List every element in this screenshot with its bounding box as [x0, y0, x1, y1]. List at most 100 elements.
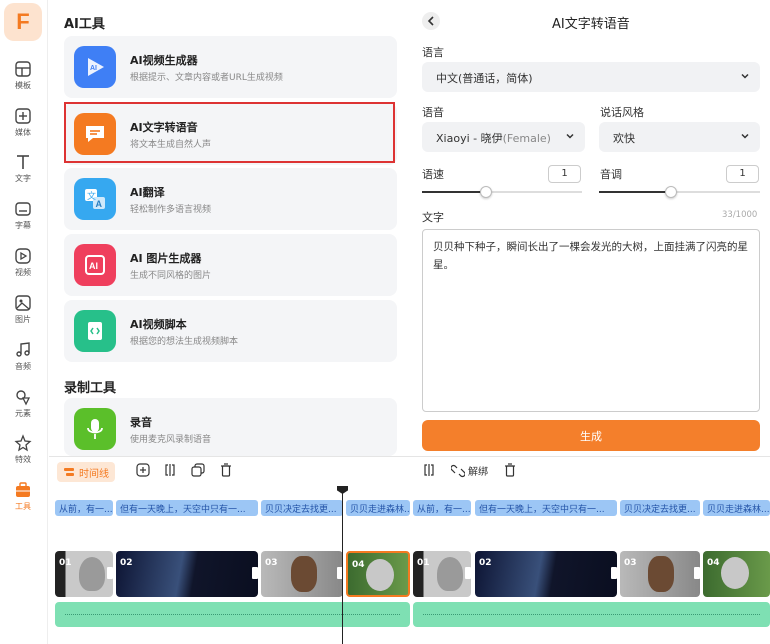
speaking-style-select[interactable]: 欢快 — [599, 122, 760, 152]
audio-track[interactable] — [55, 602, 410, 627]
audio-icon — [16, 342, 30, 357]
trash-icon — [505, 463, 515, 477]
rail-item-subtitle[interactable]: 字幕 — [0, 200, 46, 244]
duplicate-icon — [191, 463, 205, 477]
rail-item-effects[interactable]: 特效 — [0, 434, 46, 478]
card-ai-translate[interactable]: 文A AI翻译 轻松制作多语言视频 — [64, 168, 397, 230]
subtitle-clip[interactable]: 从前，有一... — [413, 500, 471, 516]
rail-item-template[interactable]: 模板 — [0, 60, 46, 104]
video-clip-selected[interactable]: 04 — [346, 551, 410, 597]
split-button[interactable] — [163, 463, 177, 477]
voice-label: 语音 — [422, 106, 444, 119]
subtitle-clip[interactable]: 但有一天晚上，天空中只有一... — [475, 500, 617, 516]
pitch-value-input[interactable]: 1 — [726, 165, 759, 183]
card-title: 录音 — [130, 416, 152, 429]
split-button-right[interactable] — [422, 463, 436, 477]
video-clip[interactable]: 01 — [55, 551, 113, 597]
unlink-icon — [451, 464, 465, 477]
effects-icon — [14, 434, 32, 452]
rail-item-image[interactable]: 图片 — [0, 294, 46, 338]
subtitle-clip[interactable]: 贝贝决定去找更... — [261, 500, 343, 516]
rail-item-text[interactable]: 文字 — [0, 153, 46, 197]
voice-select[interactable]: Xiaoyi - 晓伊(Female) — [422, 122, 585, 152]
left-rail: F 模板 媒体 文字 字幕 视频 图片 音频 元素 特效 工具 — [0, 0, 48, 644]
subtitle-clip[interactable]: 但有一天晚上，天空中只有一... — [116, 500, 258, 516]
card-desc: 使用麦克风录制语音 — [130, 435, 212, 445]
tools-icon — [16, 482, 30, 497]
child-thumbnail — [291, 556, 317, 592]
timeline-mode-button[interactable]: 时间线 — [57, 462, 115, 482]
unlink-button[interactable]: 解绑 — [451, 463, 488, 478]
card-ai-video-script[interactable]: AI视频脚本 根据您的想法生成视频脚本 — [64, 300, 397, 362]
video-clip[interactable]: 04 — [703, 551, 770, 597]
subtitle-clip[interactable]: 贝贝走进森林... — [346, 500, 410, 516]
subtitle-clip[interactable]: 贝贝决定去找更... — [620, 500, 700, 516]
split-icon — [424, 464, 434, 476]
video-clip[interactable]: 02 — [116, 551, 258, 597]
language-select[interactable]: 中文(普通话，简体) — [422, 62, 760, 92]
selected-card-highlight — [64, 102, 395, 163]
pitch-slider-fill — [599, 191, 672, 193]
generate-button[interactable]: 生成 — [422, 420, 760, 451]
clip-handle[interactable] — [465, 567, 471, 579]
card-title: AI翻译 — [130, 186, 165, 199]
rail-item-media[interactable]: 媒体 — [0, 107, 46, 151]
card-recording[interactable]: 录音 使用麦克风录制语音 — [64, 398, 397, 456]
speed-slider-knob[interactable] — [480, 186, 492, 198]
delete-button[interactable] — [219, 463, 233, 477]
rail-item-elements[interactable]: 元素 — [0, 388, 46, 432]
bear-thumbnail — [721, 557, 749, 589]
script-icon — [74, 310, 116, 352]
image-icon — [15, 295, 31, 311]
clip-handle[interactable] — [107, 567, 113, 579]
child-thumbnail — [648, 556, 674, 592]
pitch-slider-knob[interactable] — [665, 186, 678, 198]
delete-button-right[interactable] — [503, 463, 517, 477]
rail-item-audio[interactable]: 音频 — [0, 341, 46, 385]
speed-slider[interactable] — [422, 186, 582, 198]
microphone-icon — [74, 408, 116, 450]
bear-thumbnail — [79, 557, 105, 591]
trash-icon — [221, 463, 231, 477]
chevron-down-icon — [566, 133, 574, 139]
ai-image-icon: AI — [74, 244, 116, 286]
video-clip[interactable]: 01 — [413, 551, 471, 597]
character-count: 33/1000 — [722, 210, 758, 220]
card-ai-image-generator[interactable]: AI AI 图片生成器 生成不同风格的图片 — [64, 234, 397, 296]
rail-item-tools[interactable]: 工具 — [0, 481, 46, 525]
card-title: AI视频脚本 — [130, 318, 187, 331]
add-icon — [136, 463, 150, 477]
pitch-slider[interactable] — [599, 186, 760, 198]
video-clip[interactable]: 03 — [261, 551, 343, 597]
clip-handle[interactable] — [252, 567, 258, 579]
ai-tools-heading: AI工具 — [64, 17, 105, 32]
audio-waveform — [65, 614, 400, 615]
duplicate-button[interactable] — [191, 463, 205, 477]
speaking-style-label: 说话风格 — [600, 106, 644, 119]
language-label: 语言 — [422, 46, 444, 59]
app-logo[interactable]: F — [4, 3, 42, 41]
video-clip[interactable]: 02 — [475, 551, 617, 597]
ai-video-icon: AI — [74, 46, 116, 88]
card-desc: 轻松制作多语言视频 — [130, 205, 212, 215]
card-ai-video-generator[interactable]: AI AI视频生成器 根据提示、文章内容或者URL生成视频 — [64, 36, 397, 98]
video-clip[interactable]: 03 — [620, 551, 700, 597]
card-title: AI 图片生成器 — [130, 252, 202, 265]
subtitle-clip[interactable]: 从前，有一... — [55, 500, 113, 516]
split-icon — [165, 464, 175, 476]
clip-handle[interactable] — [611, 567, 617, 579]
audio-track[interactable] — [413, 602, 770, 627]
panel-title: AI文字转语音 — [552, 17, 630, 32]
text-input-area[interactable]: 贝贝种下种子，瞬间长出了一棵会发光的大树，上面挂满了闪亮的星星。 — [422, 229, 760, 412]
svg-text:A: A — [96, 199, 103, 209]
text-icon — [17, 155, 29, 169]
clip-handle[interactable] — [694, 567, 700, 579]
rail-item-video[interactable]: 视频 — [0, 247, 46, 291]
playhead[interactable] — [342, 488, 343, 644]
speed-value-input[interactable]: 1 — [548, 165, 581, 183]
subtitle-clip[interactable]: 贝贝走进森林... — [703, 500, 770, 516]
add-track-button[interactable] — [136, 463, 150, 477]
card-desc: 生成不同风格的图片 — [130, 271, 212, 281]
back-button[interactable] — [422, 12, 440, 30]
svg-text:AI: AI — [89, 261, 98, 271]
